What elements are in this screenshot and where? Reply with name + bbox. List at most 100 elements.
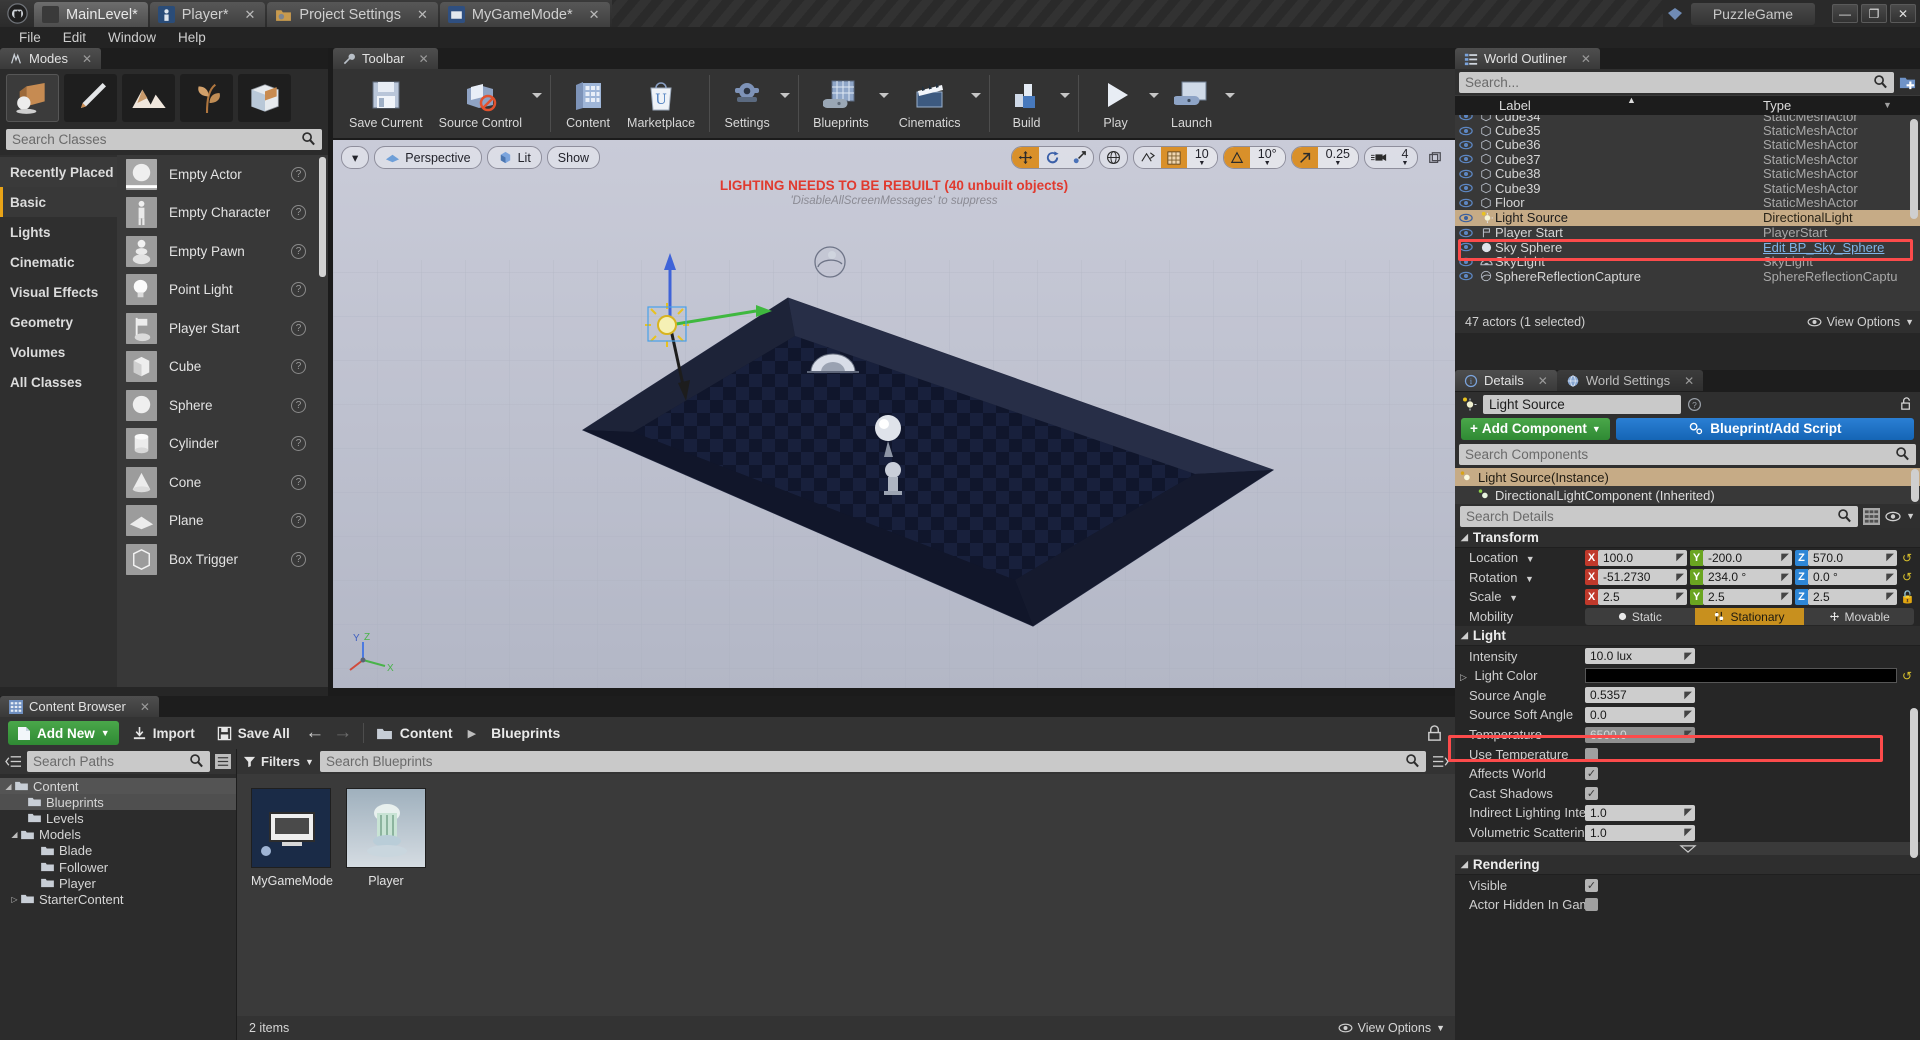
filters-button[interactable]: Filters ▼ — [243, 754, 314, 769]
light-color-swatch[interactable] — [1585, 668, 1897, 684]
add-folder-icon[interactable] — [1899, 74, 1916, 91]
menu-item-edit[interactable]: Edit — [52, 29, 97, 46]
outliner-view-options-button[interactable]: View Options ▼ — [1807, 315, 1914, 329]
section-rendering-header[interactable]: ◢ Rendering — [1455, 855, 1920, 876]
toolbar-settings[interactable]: Settings — [716, 69, 778, 138]
component-directional-light[interactable]: DirectionalLightComponent (Inherited) — [1455, 486, 1920, 504]
source-soft-angle-input[interactable]: 0.0 ◤ — [1585, 706, 1695, 723]
spinner-icon[interactable]: ◤ — [1684, 827, 1692, 838]
maximize-viewport-button[interactable] — [1423, 151, 1447, 165]
help-icon[interactable]: ? — [291, 320, 306, 336]
show-advanced-button[interactable] — [1455, 842, 1920, 856]
chevron-down-icon[interactable]: ▼ — [1525, 574, 1534, 584]
window-tab-player[interactable]: Player* ✕ — [149, 2, 266, 27]
expander-closed-icon[interactable]: ▷ — [10, 895, 19, 904]
list-options-icon[interactable] — [215, 754, 231, 769]
path-item-startercontent[interactable]: ▷ StarterContent — [0, 891, 236, 907]
outliner-row[interactable]: Cube35 StaticMeshActor — [1455, 123, 1920, 138]
rotation-y-input[interactable]: 234.0 ° ◤ — [1703, 569, 1792, 586]
import-button[interactable]: Import — [123, 721, 204, 745]
spinner-icon[interactable]: ◤ — [1684, 729, 1692, 740]
camera-speed-value[interactable]: 4 ▼ — [1393, 147, 1417, 168]
close-icon[interactable]: ✕ — [589, 7, 600, 23]
spinner-icon[interactable]: ◤ — [1781, 572, 1789, 583]
toolbar-blueprints[interactable]: Blueprints — [805, 69, 877, 138]
outliner-row-type-link[interactable]: Edit BP_Sky_Sphere — [1763, 240, 1920, 255]
visible-checkbox[interactable]: ✓ — [1585, 878, 1598, 892]
window-tab-project-settings[interactable]: Project Settings ✕ — [267, 2, 438, 27]
close-button[interactable]: ✕ — [1890, 4, 1916, 23]
path-item-blade[interactable]: Blade — [0, 843, 236, 859]
play-dropdown-caret[interactable] — [1147, 69, 1161, 138]
eye-icon[interactable] — [1455, 228, 1477, 238]
eye-icon[interactable] — [1455, 242, 1477, 252]
reset-light-color-icon[interactable]: ↺ — [1900, 669, 1914, 683]
outliner-row[interactable]: SkyLight SkyLight — [1455, 254, 1920, 269]
maximize-button[interactable]: ❐ — [1861, 4, 1887, 23]
temperature-input[interactable]: 6500.0 ◤ — [1585, 726, 1695, 743]
window-tab-mainlevel[interactable]: MainLevel* — [34, 2, 148, 27]
placeable-empty-pawn[interactable]: Empty Pawn ? — [117, 232, 328, 271]
spinner-icon[interactable]: ◤ — [1684, 709, 1692, 720]
close-icon[interactable]: ✕ — [1581, 52, 1591, 66]
blueprints-dropdown-caret[interactable] — [877, 69, 891, 138]
type-column-header[interactable]: Type ▼ — [1763, 98, 1920, 113]
details-scrollbar[interactable] — [1910, 708, 1918, 858]
eye-icon[interactable] — [1455, 169, 1477, 179]
viewport-viewmode-button[interactable]: Lit — [486, 146, 542, 169]
actor-hidden-checkbox[interactable]: ✓ — [1585, 898, 1598, 912]
nav-back-button[interactable]: ← — [303, 721, 327, 745]
spinner-icon[interactable]: ◤ — [1684, 690, 1692, 701]
close-icon[interactable]: ✕ — [245, 7, 256, 23]
scale-y-input[interactable]: 2.5 ◤ — [1703, 588, 1792, 605]
placeable-plane[interactable]: Plane ? — [117, 502, 328, 541]
help-icon[interactable]: ? — [291, 513, 306, 529]
toolbar-content[interactable]: Content — [557, 69, 619, 138]
outliner-row-light-source[interactable]: Light Source DirectionalLight — [1455, 209, 1920, 226]
outliner-row[interactable]: Cube36 StaticMeshActor — [1455, 137, 1920, 152]
placeable-box-trigger[interactable]: Box Trigger ? — [117, 540, 328, 579]
scale-z-input[interactable]: 2.5 ◤ — [1808, 588, 1897, 605]
placeable-point-light[interactable]: Point Light ? — [117, 271, 328, 310]
search-components-input[interactable]: Search Components — [1459, 444, 1916, 465]
label-column-header[interactable]: Label ▲ — [1477, 95, 1763, 113]
path-item-content[interactable]: ◢ Content — [0, 778, 236, 795]
chevron-down-icon[interactable]: ▼ — [1526, 554, 1535, 564]
build-dropdown-caret[interactable] — [1058, 69, 1072, 138]
grid-snap-toggle[interactable] — [1160, 147, 1187, 168]
placeable-player-start[interactable]: Player Start ? — [117, 309, 328, 348]
cinematics-dropdown-caret[interactable] — [969, 69, 983, 138]
nav-forward-button[interactable]: → — [331, 721, 355, 745]
category-all-classes[interactable]: All Classes — [0, 367, 117, 397]
mode-button-landscape[interactable] — [122, 74, 175, 122]
spinner-icon[interactable]: ◤ — [1676, 572, 1684, 583]
rotation-snap-value[interactable]: 10° ▼ — [1249, 147, 1285, 168]
unlock-icon[interactable] — [1899, 396, 1914, 412]
viewport-perspective-button[interactable]: Perspective — [374, 146, 482, 169]
help-icon[interactable]: ? — [291, 282, 306, 298]
eye-icon[interactable] — [1455, 257, 1477, 267]
menu-item-window[interactable]: Window — [97, 29, 167, 46]
scale-snap-toggle[interactable] — [1291, 147, 1318, 168]
indirect-lighting-input[interactable]: 1.0 ◤ — [1585, 804, 1695, 821]
path-item-follower[interactable]: Follower — [0, 859, 236, 875]
spinner-icon[interactable]: ◤ — [1781, 552, 1789, 563]
close-icon[interactable]: ✕ — [417, 7, 428, 23]
spinner-icon[interactable]: ◤ — [1886, 572, 1894, 583]
outliner-scrollbar[interactable] — [1910, 119, 1918, 219]
asset-item-player[interactable]: Player — [346, 788, 426, 888]
outliner-row[interactable]: Sky Sphere Edit BP_Sky_Sphere — [1455, 240, 1920, 255]
minimize-button[interactable]: — — [1832, 4, 1858, 23]
toolbar-save-current[interactable]: Save Current — [341, 69, 431, 138]
location-y-input[interactable]: -200.0 ◤ — [1703, 549, 1792, 566]
path-item-player[interactable]: Player — [0, 875, 236, 891]
cast-shadows-checkbox[interactable]: ✓ — [1585, 786, 1598, 800]
toolbar-marketplace[interactable]: U Marketplace — [619, 69, 703, 138]
mobility-stationary-option[interactable]: Stationary — [1694, 608, 1805, 626]
eye-icon[interactable] — [1455, 140, 1477, 150]
placeable-empty-actor[interactable]: Empty Actor ? — [117, 155, 328, 194]
category-volumes[interactable]: Volumes — [0, 337, 117, 367]
assets-options-icon[interactable] — [1432, 754, 1449, 769]
translate-mode-button[interactable] — [1011, 147, 1039, 168]
mode-button-place[interactable] — [6, 74, 59, 122]
